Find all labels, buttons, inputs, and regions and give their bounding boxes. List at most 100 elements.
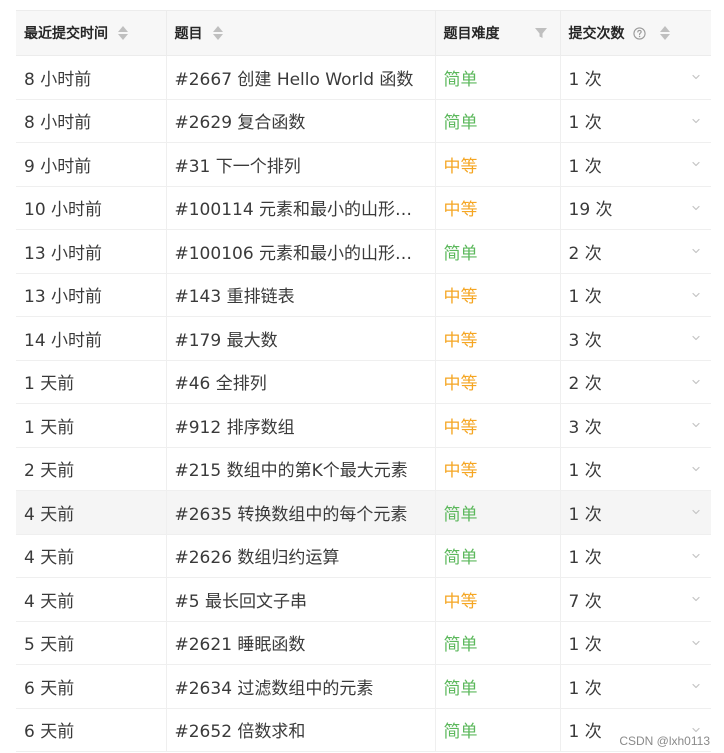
submissions-table: 最近提交时间 题目 题目难度 提交次数 8 小时前 #2667 创建 Hello… bbox=[16, 10, 711, 752]
difficulty-badge: 简单 bbox=[435, 664, 561, 709]
table-row[interactable]: 8 小时前 #2667 创建 Hello World 函数 简单 1 次 bbox=[16, 55, 711, 100]
table-row[interactable]: 6 天前 #2634 过滤数组中的元素 简单 1 次 bbox=[16, 664, 711, 709]
table-row[interactable]: 4 天前 #2635 转换数组中的每个元素 简单 1 次 bbox=[16, 490, 711, 535]
problem-title-link[interactable]: #2635 转换数组中的每个元素 bbox=[166, 490, 436, 535]
submission-count-cell: 1 次 bbox=[560, 55, 711, 100]
chevron-down-icon[interactable] bbox=[691, 507, 701, 517]
problem-title-link[interactable]: #100106 元素和最小的山形三... bbox=[166, 229, 436, 274]
help-icon[interactable] bbox=[632, 26, 646, 40]
submission-time: 2 天前 bbox=[16, 447, 167, 491]
table-row[interactable]: 1 天前 #46 全排列 中等 2 次 bbox=[16, 360, 711, 404]
difficulty-badge: 简单 bbox=[435, 55, 561, 100]
watermark: CSDN @lxh0113 bbox=[619, 734, 710, 748]
table-row[interactable]: 2 天前 #215 数组中的第K个最大元素 中等 1 次 bbox=[16, 447, 711, 491]
table-row[interactable]: 6 天前 #2652 倍数求和 简单 1 次 bbox=[16, 708, 711, 752]
problem-title-link[interactable]: #2667 创建 Hello World 函数 bbox=[166, 55, 436, 100]
sort-icon[interactable] bbox=[659, 26, 670, 40]
difficulty-badge: 中等 bbox=[435, 316, 561, 361]
table-row[interactable]: 4 天前 #2626 数组归约运算 简单 1 次 bbox=[16, 534, 711, 578]
chevron-down-icon[interactable] bbox=[691, 464, 701, 474]
difficulty-badge: 简单 bbox=[435, 708, 561, 752]
problem-title-link[interactable]: #912 排序数组 bbox=[166, 403, 436, 448]
table-row[interactable]: 4 天前 #5 最长回文子串 中等 7 次 bbox=[16, 577, 711, 622]
sort-icon[interactable] bbox=[118, 26, 128, 40]
submission-time: 4 天前 bbox=[16, 577, 167, 622]
problem-title-link[interactable]: #2634 过滤数组中的元素 bbox=[166, 664, 436, 709]
difficulty-badge: 中等 bbox=[435, 403, 561, 448]
difficulty-badge: 中等 bbox=[435, 447, 561, 491]
chevron-down-icon[interactable] bbox=[691, 246, 701, 256]
table-row[interactable]: 13 小时前 #100106 元素和最小的山形三... 简单 2 次 bbox=[16, 229, 711, 274]
submission-count-cell: 1 次 bbox=[560, 447, 711, 491]
difficulty-badge: 中等 bbox=[435, 360, 561, 404]
submission-time: 1 天前 bbox=[16, 360, 167, 404]
table-header-row: 最近提交时间 题目 题目难度 提交次数 bbox=[16, 10, 711, 56]
table-row[interactable]: 10 小时前 #100114 元素和最小的山形三... 中等 19 次 bbox=[16, 186, 711, 230]
problem-title-link[interactable]: #179 最大数 bbox=[166, 316, 436, 361]
problem-title-link[interactable]: #143 重排链表 bbox=[166, 273, 436, 317]
submission-time: 4 天前 bbox=[16, 534, 167, 578]
table-row[interactable]: 13 小时前 #143 重排链表 中等 1 次 bbox=[16, 273, 711, 317]
difficulty-badge: 简单 bbox=[435, 229, 561, 274]
table-row[interactable]: 9 小时前 #31 下一个排列 中等 1 次 bbox=[16, 142, 711, 187]
problem-title-link[interactable]: #2652 倍数求和 bbox=[166, 708, 436, 752]
problem-title-link[interactable]: #5 最长回文子串 bbox=[166, 577, 436, 622]
chevron-down-icon[interactable] bbox=[691, 377, 701, 387]
submission-count-cell: 1 次 bbox=[560, 99, 711, 143]
submissions-table-container: 最近提交时间 题目 题目难度 提交次数 8 小时前 #2667 创建 Hello… bbox=[16, 10, 711, 752]
submission-count: 1 次 bbox=[568, 504, 602, 525]
submission-count-cell: 1 次 bbox=[560, 490, 711, 535]
submission-count: 2 次 bbox=[568, 243, 602, 264]
submission-count-cell: 1 次 bbox=[560, 142, 711, 187]
problem-title-link[interactable]: #2629 复合函数 bbox=[166, 99, 436, 143]
difficulty-badge: 简单 bbox=[435, 621, 561, 665]
chevron-down-icon[interactable] bbox=[691, 290, 701, 300]
column-header-title[interactable]: 题目 bbox=[166, 10, 436, 56]
chevron-down-icon[interactable] bbox=[691, 420, 701, 430]
table-body: 8 小时前 #2667 创建 Hello World 函数 简单 1 次8 小时前 #2… bbox=[16, 55, 711, 752]
problem-title-link[interactable]: #2621 睡眠函数 bbox=[166, 621, 436, 665]
submission-time: 10 小时前 bbox=[16, 186, 167, 230]
problem-title-link[interactable]: #31 下一个排列 bbox=[166, 142, 436, 187]
column-header-title-label: 题目 bbox=[174, 26, 203, 42]
chevron-down-icon[interactable] bbox=[691, 116, 701, 126]
chevron-down-icon[interactable] bbox=[691, 203, 701, 213]
submission-time: 13 小时前 bbox=[16, 273, 167, 317]
table-row[interactable]: 1 天前 #912 排序数组 中等 3 次 bbox=[16, 403, 711, 448]
filter-icon[interactable] bbox=[534, 26, 548, 40]
problem-title-link[interactable]: #100114 元素和最小的山形三... bbox=[166, 186, 436, 230]
submission-count-cell: 1 次 bbox=[560, 534, 711, 578]
submission-time: 8 小时前 bbox=[16, 55, 167, 100]
problem-title-link[interactable]: #215 数组中的第K个最大元素 bbox=[166, 447, 436, 491]
submission-count: 2 次 bbox=[568, 374, 602, 395]
problem-title-link[interactable]: #46 全排列 bbox=[166, 360, 436, 404]
column-header-count[interactable]: 提交次数 bbox=[560, 10, 711, 56]
chevron-down-icon[interactable] bbox=[691, 681, 701, 691]
submission-time: 13 小时前 bbox=[16, 229, 167, 274]
column-header-time[interactable]: 最近提交时间 bbox=[16, 10, 167, 56]
submission-count: 19 次 bbox=[568, 200, 613, 221]
problem-title-link[interactable]: #2626 数组归约运算 bbox=[166, 534, 436, 578]
table-row[interactable]: 5 天前 #2621 睡眠函数 简单 1 次 bbox=[16, 621, 711, 665]
column-header-time-label: 最近提交时间 bbox=[24, 26, 108, 42]
difficulty-badge: 中等 bbox=[435, 186, 561, 230]
submission-count-cell: 3 次 bbox=[560, 316, 711, 361]
table-row[interactable]: 14 小时前 #179 最大数 中等 3 次 bbox=[16, 316, 711, 361]
difficulty-badge: 中等 bbox=[435, 273, 561, 317]
submission-count: 1 次 bbox=[568, 722, 602, 743]
submission-time: 6 天前 bbox=[16, 708, 167, 752]
chevron-down-icon[interactable] bbox=[691, 159, 701, 169]
submission-time: 8 小时前 bbox=[16, 99, 167, 143]
column-header-difficulty[interactable]: 题目难度 bbox=[435, 10, 561, 56]
chevron-down-icon[interactable] bbox=[691, 594, 701, 604]
chevron-down-icon[interactable] bbox=[691, 333, 701, 343]
chevron-down-icon[interactable] bbox=[691, 551, 701, 561]
sort-icon[interactable] bbox=[212, 26, 223, 40]
chevron-down-icon[interactable] bbox=[691, 638, 701, 648]
submission-time: 1 天前 bbox=[16, 403, 167, 448]
chevron-down-icon[interactable] bbox=[691, 72, 701, 82]
table-row[interactable]: 8 小时前 #2629 复合函数 简单 1 次 bbox=[16, 99, 711, 143]
submission-count-cell: 2 次 bbox=[560, 229, 711, 274]
submission-time: 5 天前 bbox=[16, 621, 167, 665]
submission-count: 3 次 bbox=[568, 417, 602, 438]
